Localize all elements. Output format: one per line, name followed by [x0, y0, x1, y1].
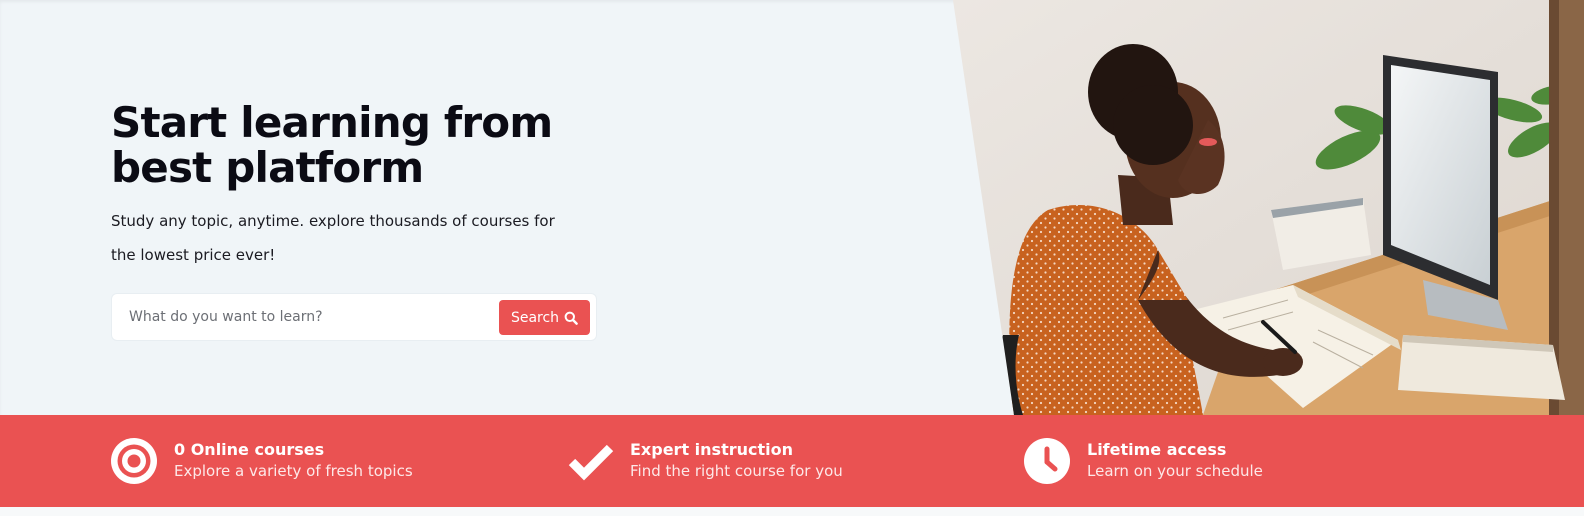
clock-icon	[1024, 438, 1070, 484]
feature-title: 0 Online courses	[174, 440, 325, 459]
search-button[interactable]: Search	[499, 300, 590, 335]
hero-subtitle: Study any topic, anytime. explore thousa…	[111, 212, 555, 264]
hero-section: Start learning from best platform Study …	[0, 0, 1584, 415]
feature-title: Expert instruction	[630, 440, 793, 459]
feature-description: Learn on your schedule	[1087, 462, 1263, 480]
search-input[interactable]	[114, 296, 509, 338]
hero-content: Start learning from best platform Study …	[111, 100, 631, 272]
checkmark-icon	[567, 438, 614, 484]
hero-title: Start learning from best platform	[111, 98, 553, 192]
target-icon	[111, 438, 157, 484]
page-bottom-edge	[0, 507, 1584, 516]
feature-description: Explore a variety of fresh topics	[174, 462, 413, 480]
features-bar: 0 Online courses Explore a variety of fr…	[0, 415, 1584, 507]
search-button-label: Search	[510, 309, 560, 326]
search-icon	[564, 311, 578, 325]
hero-image	[953, 0, 1584, 415]
feature-description: Find the right course for you	[630, 462, 843, 480]
feature-title: Lifetime access	[1087, 440, 1227, 459]
search-form: Search	[111, 293, 597, 341]
